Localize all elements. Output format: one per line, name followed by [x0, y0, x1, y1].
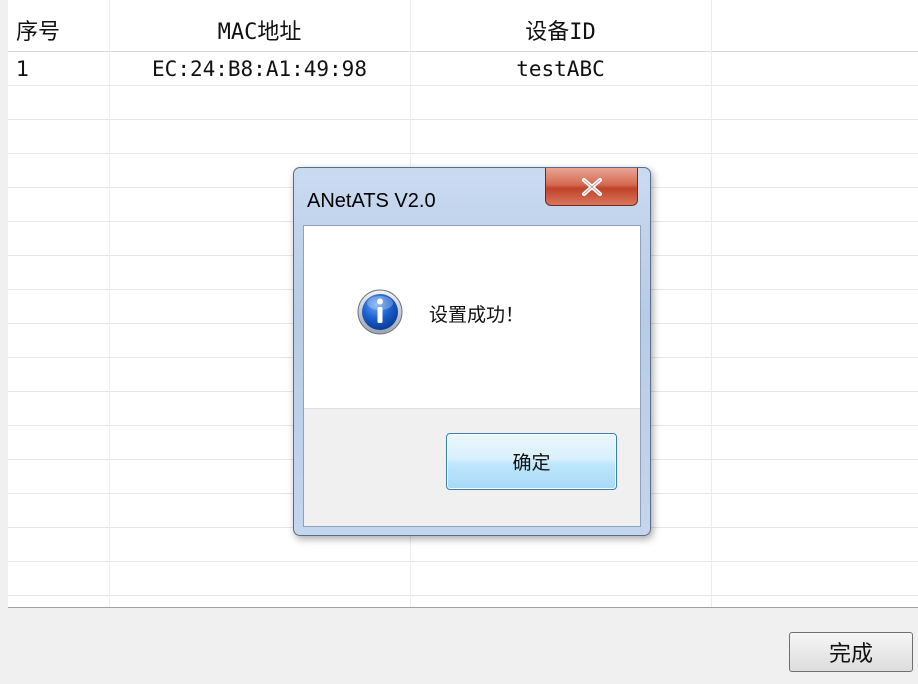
header-index[interactable]: 序号: [8, 0, 109, 51]
table-row-empty: [8, 120, 918, 154]
cell-extra: [711, 52, 918, 85]
column-divider: [711, 0, 712, 607]
info-icon: [357, 289, 403, 335]
header-device-id[interactable]: 设备ID: [410, 0, 711, 51]
cell-device-id: testABC: [516, 56, 605, 81]
table-header-row: 序号 MAC地址 设备ID: [8, 0, 918, 52]
message-dialog: ANetATS V2.0 设置成功！ 确定: [293, 167, 651, 536]
header-extra[interactable]: [711, 0, 918, 51]
close-icon: [581, 177, 602, 196]
table-bottom-border: [8, 607, 918, 608]
done-button[interactable]: 完成: [789, 632, 913, 672]
dialog-body: 设置成功！ 确定: [303, 225, 641, 527]
dialog-title: ANetATS V2.0: [307, 190, 436, 212]
cell-index: 1: [16, 56, 30, 81]
table-row[interactable]: 1 EC:24:B8:A1:49:98 testABC: [8, 52, 918, 86]
close-button[interactable]: [545, 168, 638, 206]
table-row-empty: [8, 86, 918, 120]
column-divider: [109, 0, 110, 607]
ok-button[interactable]: 确定: [446, 433, 617, 490]
header-mac-address[interactable]: MAC地址: [109, 0, 410, 51]
dialog-message: 设置成功！: [429, 304, 525, 326]
cell-mac-address: EC:24:B8:A1:49:98: [152, 56, 367, 81]
table-row-empty: [8, 562, 918, 596]
